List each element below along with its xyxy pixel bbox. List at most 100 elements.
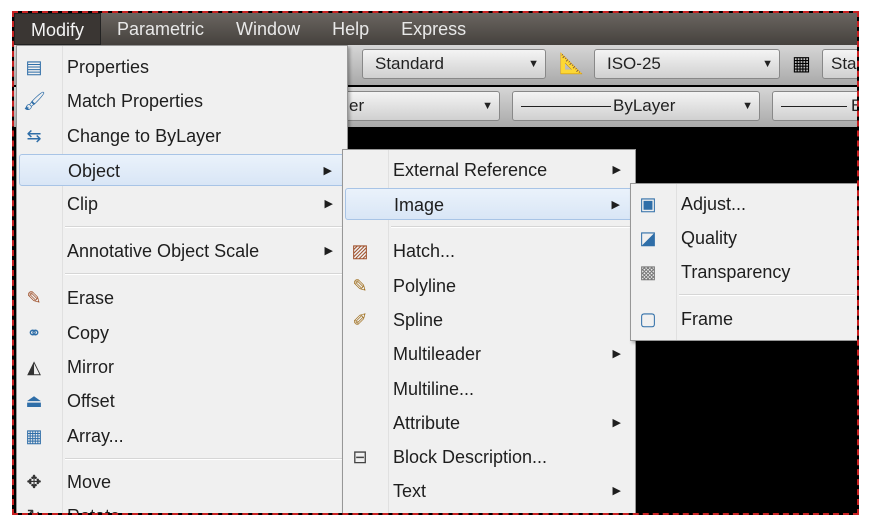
label: Mirror <box>67 357 114 377</box>
menu-item-image[interactable]: Image ▶ <box>345 188 633 220</box>
polyline-edit-icon: ✎ <box>352 276 368 296</box>
hatch-edit-icon: ▨ <box>351 241 369 261</box>
label: Adjust... <box>681 194 747 214</box>
menu-item-block-description[interactable]: ⊟ Block Description... <box>345 441 633 473</box>
label: Change to ByLayer <box>67 126 222 146</box>
dim-style-value: ISO-25 <box>607 54 661 73</box>
label: Hatch... <box>393 241 456 261</box>
menu-modify[interactable]: Modify <box>14 13 102 45</box>
dropdown-arrow-icon: ▼ <box>742 100 753 112</box>
menu-express[interactable]: Express <box>385 13 482 45</box>
label: Erase <box>67 288 115 308</box>
label: Annotative Object Scale <box>67 241 260 261</box>
label: Object <box>68 161 121 181</box>
submenu-arrow-icon: ▶ <box>612 348 621 360</box>
change-bylayer-icon: ⇆ <box>26 126 42 146</box>
menu-item-spline[interactable]: ✐ Spline <box>345 304 633 336</box>
label: Multileader <box>393 344 482 364</box>
separator <box>65 273 345 275</box>
label: Quality <box>681 228 738 248</box>
lineweight-select[interactable]: By <box>772 91 857 121</box>
menu-item-transparency[interactable]: ▩ Transparency <box>633 256 855 288</box>
submenu-arrow-icon: ▶ <box>323 165 332 177</box>
submenu-arrow-icon: ▶ <box>611 199 620 211</box>
image-frame-icon: ▢ <box>639 309 657 329</box>
separator <box>65 226 345 228</box>
menu-item-frame[interactable]: ▢ Frame <box>633 303 855 335</box>
menu-help[interactable]: Help <box>316 13 385 45</box>
table-style-icon[interactable]: ▦ <box>792 51 811 76</box>
submenu-arrow-icon: ▶ <box>324 198 333 210</box>
rotate-icon: ↻ <box>23 505 45 513</box>
menu-item-object[interactable]: Object ▶ <box>19 154 345 186</box>
label: Array... <box>67 426 124 446</box>
autocad-window: Modify Parametric Window Help Express St… <box>12 11 859 515</box>
copy-icon: ⚭ <box>26 323 42 343</box>
dimension-style-icon[interactable]: 📐 <box>559 51 584 76</box>
menu-window[interactable]: Window <box>220 13 316 45</box>
submenu-arrow-icon: ▶ <box>612 164 621 176</box>
dim-style-select[interactable]: ISO-25 ▼ <box>594 49 780 79</box>
layer-value: er <box>349 96 365 115</box>
image-adjust-icon: ▣ <box>639 194 657 214</box>
properties-icon: ▤ <box>25 57 43 77</box>
block-description-icon: ⊟ <box>352 447 368 467</box>
lineweight-preview <box>781 106 847 107</box>
submenu-arrow-icon: ▶ <box>324 245 333 257</box>
eraser-icon: ✎ <box>26 288 42 308</box>
label: Copy <box>67 323 110 343</box>
image-submenu: ▣ Adjust... ◪ Quality ▩ Transparency ▢ Frame <box>630 183 857 341</box>
label: Offset <box>67 391 115 411</box>
label: Match Properties <box>67 91 204 111</box>
linetype-value: ByLayer <box>613 96 676 115</box>
label: Rotate <box>67 506 120 513</box>
match-properties-icon: 🖌 <box>23 91 46 111</box>
array-icon: ▦ <box>25 426 43 446</box>
menu-item-multiline[interactable]: Multiline... <box>345 373 633 405</box>
menu-item-array[interactable]: ▦ Array... <box>19 420 345 452</box>
menu-item-properties[interactable]: ▤ Properties <box>19 51 345 83</box>
spline-edit-icon: ✐ <box>352 310 368 330</box>
menu-item-annotative-object-scale[interactable]: Annotative Object Scale ▶ <box>19 235 345 267</box>
menu-item-move[interactable]: ✥ Move <box>19 466 345 498</box>
label: Multiline... <box>393 379 475 399</box>
move-icon: ✥ <box>26 472 42 492</box>
menu-item-change-to-bylayer[interactable]: ⇆ Change to ByLayer <box>19 120 345 152</box>
menu-item-copy[interactable]: ⚭ Copy <box>19 317 345 349</box>
menu-item-match-properties[interactable]: 🖌 Match Properties <box>19 85 345 117</box>
image-quality-icon: ◪ <box>639 228 657 248</box>
menu-item-mirror[interactable]: ◭ Mirror <box>19 351 345 383</box>
dropdown-arrow-icon: ▼ <box>762 58 773 70</box>
label: Transparency <box>681 262 791 282</box>
menu-item-quality[interactable]: ◪ Quality <box>633 222 855 254</box>
label: Move <box>67 472 112 492</box>
table-style-select[interactable]: Sta <box>822 49 857 79</box>
submenu-arrow-icon: ▶ <box>612 417 621 429</box>
menu-item-adjust[interactable]: ▣ Adjust... <box>633 188 855 220</box>
label: Image <box>394 195 445 215</box>
text-style-select[interactable]: Standard ▼ <box>362 49 546 79</box>
menu-item-rotate[interactable]: ↻ Rotate <box>19 500 345 513</box>
dropdown-arrow-icon: ▼ <box>482 100 493 112</box>
menu-item-multileader[interactable]: Multileader ▶ <box>345 338 633 370</box>
label: Polyline <box>393 276 457 296</box>
separator <box>679 294 855 296</box>
menu-item-hatch[interactable]: ▨ Hatch... <box>345 235 633 267</box>
linetype-select[interactable]: ByLayer ▼ <box>512 91 760 121</box>
menu-item-polyline[interactable]: ✎ Polyline <box>345 270 633 302</box>
menu-bar: Modify Parametric Window Help Express <box>14 13 857 45</box>
submenu-arrow-icon: ▶ <box>612 485 621 497</box>
table-style-value: Sta <box>831 54 857 73</box>
menu-item-external-reference[interactable]: External Reference ▶ <box>345 154 633 186</box>
menu-parametric[interactable]: Parametric <box>101 13 220 45</box>
menu-item-erase[interactable]: ✎ Erase <box>19 282 345 314</box>
text-style-value: Standard <box>375 54 444 73</box>
lineweight-value: By <box>851 96 857 115</box>
label: Clip <box>67 194 99 214</box>
menu-item-offset[interactable]: ⏏ Offset <box>19 385 345 417</box>
label: Properties <box>67 57 150 77</box>
menu-item-text[interactable]: Text ▶ <box>345 475 633 507</box>
menu-item-clip[interactable]: Clip ▶ <box>19 188 345 220</box>
separator <box>65 458 345 460</box>
menu-item-attribute[interactable]: Attribute ▶ <box>345 407 633 439</box>
